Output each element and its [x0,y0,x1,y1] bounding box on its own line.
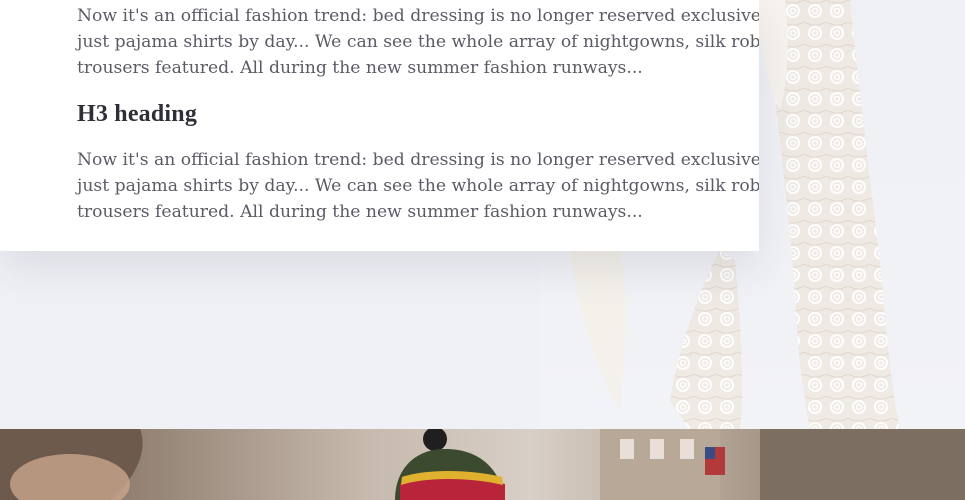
street-photo-illustration [0,429,965,500]
h3-heading: H3 heading [77,101,198,127]
street-photo [0,429,965,500]
paragraph-bottom: Now it's an official fashion trend: bed … [77,150,759,222]
paragraph-top: Now it's an official fashion trend: bed … [77,6,759,78]
content-card: Now it's an official fashion trend: bed … [0,0,759,251]
